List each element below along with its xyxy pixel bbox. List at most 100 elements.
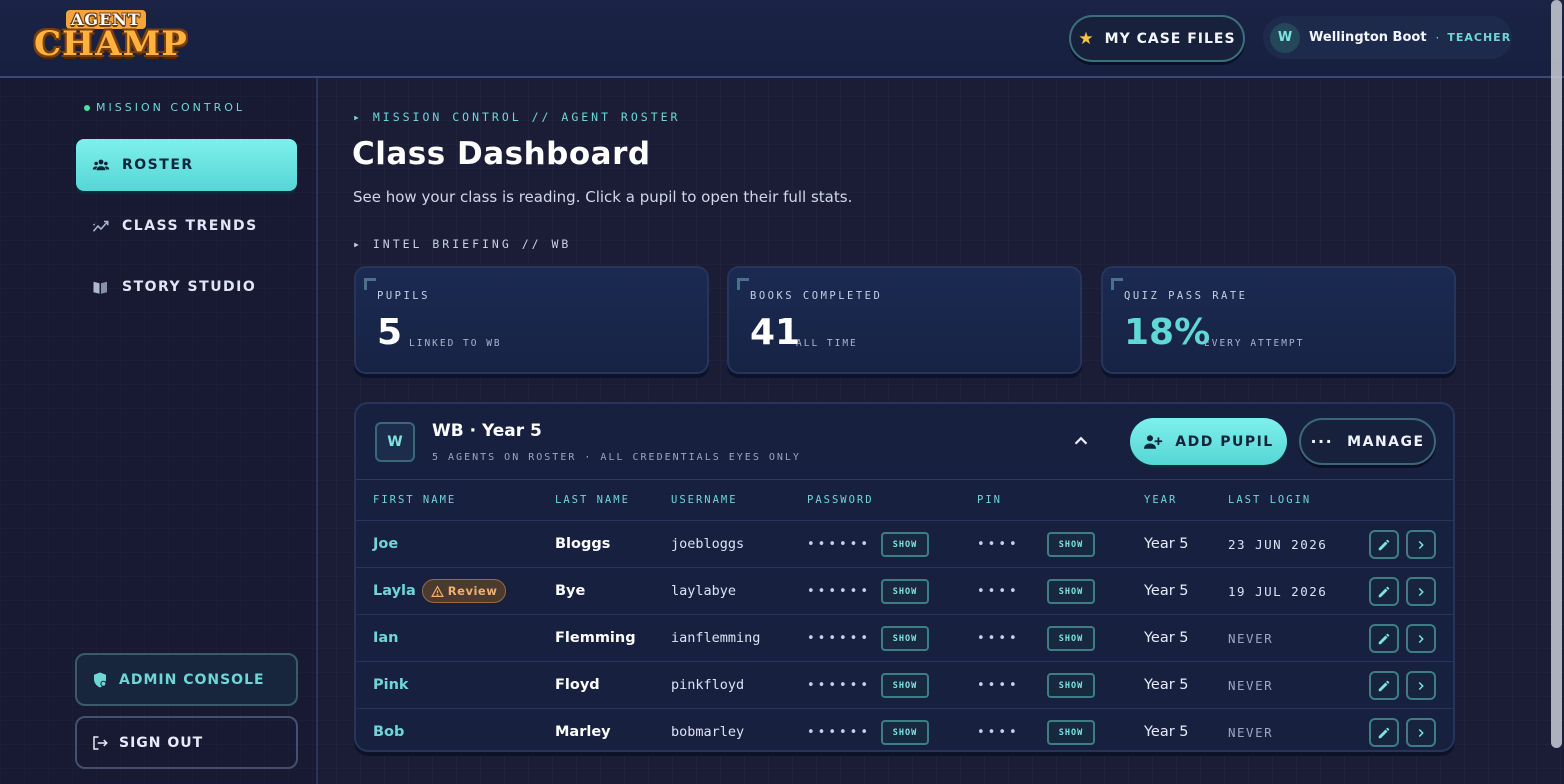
agent-champ-logo[interactable]: AGENT CHAMP — [34, 8, 194, 70]
manage-button[interactable]: ··· MANAGE — [1299, 418, 1436, 465]
edit-button[interactable] — [1369, 577, 1399, 606]
class-subtitle: 5 AGENTS ON ROSTER · ALL CREDENTIALS EYE… — [432, 452, 801, 463]
sidebar-heading-label: MISSION CONTROL — [96, 101, 246, 114]
password-mask: •••••• — [807, 536, 872, 552]
page-title: Class Dashboard — [352, 136, 651, 172]
stat-card-books: BOOKS COMPLETED 41 ALL TIME — [727, 266, 1082, 374]
chevron-right-icon — [1418, 587, 1424, 596]
show-pin-button[interactable]: SHOW — [1047, 532, 1095, 557]
first-name-cell[interactable]: Layla Review — [373, 568, 507, 614]
open-pupil-button[interactable] — [1406, 671, 1436, 700]
column-header-username: USERNAME — [671, 494, 738, 506]
show-password-button[interactable]: SHOW — [881, 626, 929, 651]
sidebar: MISSION CONTROL ROSTER CLASS TRENDS STOR… — [0, 78, 318, 784]
password-mask: •••••• — [807, 583, 872, 599]
first-name-link[interactable]: Bob — [373, 709, 404, 750]
chevron-right-icon — [1418, 634, 1424, 643]
user-profile-chip[interactable]: W Wellington Boot · TEACHER — [1263, 16, 1512, 59]
stat-value: 5 — [377, 312, 403, 353]
shield-icon — [94, 672, 107, 687]
book-icon — [93, 281, 107, 294]
show-pin-button[interactable]: SHOW — [1047, 720, 1095, 745]
table-row[interactable]: Joe Bloggs joebloggs •••••• SHOW •••• SH… — [356, 520, 1453, 567]
review-badge: Review — [421, 579, 507, 603]
stat-label: BOOKS COMPLETED — [750, 290, 883, 302]
show-pin-button[interactable]: SHOW — [1047, 626, 1095, 651]
open-pupil-button[interactable] — [1406, 577, 1436, 606]
chevron-right-icon — [1418, 681, 1424, 690]
add-pupil-button[interactable]: ADD PUPIL — [1130, 418, 1287, 465]
column-header-first-name: FIRST NAME — [373, 494, 457, 506]
year: Year 5 — [1144, 583, 1189, 599]
table-row[interactable]: Ian Flemming ianflemming •••••• SHOW •••… — [356, 614, 1453, 661]
sidebar-item-story-studio[interactable]: STORY STUDIO — [76, 261, 297, 313]
stat-sub: LINKED TO WB — [409, 338, 502, 349]
last-name: Floyd — [555, 677, 600, 693]
first-name-link[interactable]: Pink — [373, 662, 409, 708]
password-mask: •••••• — [807, 677, 872, 693]
review-label: Review — [447, 584, 498, 598]
pin-mask: •••• — [977, 583, 1020, 599]
show-pin-button[interactable]: SHOW — [1047, 579, 1095, 604]
year: Year 5 — [1144, 536, 1189, 552]
stat-value: 18% — [1124, 312, 1211, 353]
show-password-button[interactable]: SHOW — [881, 720, 929, 745]
sign-out-button[interactable]: SIGN OUT — [75, 716, 298, 769]
show-password-button[interactable]: SHOW — [881, 579, 929, 604]
table-row[interactable]: Bob Marley bobmarley •••••• SHOW •••• SH… — [356, 708, 1453, 750]
sidebar-item-label: ROSTER — [122, 157, 194, 173]
password-mask: •••••• — [807, 724, 872, 740]
first-name-link[interactable]: Ian — [373, 615, 399, 661]
first-name-link[interactable]: Layla — [373, 583, 416, 599]
status-dot-icon — [84, 104, 90, 111]
edit-button[interactable] — [1369, 671, 1399, 700]
stat-label: PUPILS — [377, 290, 430, 302]
show-pin-button[interactable]: SHOW — [1047, 673, 1095, 698]
edit-button[interactable] — [1369, 624, 1399, 653]
add-user-icon — [1144, 434, 1163, 449]
pencil-icon — [1378, 680, 1390, 691]
year: Year 5 — [1144, 677, 1189, 693]
open-pupil-button[interactable] — [1406, 718, 1436, 747]
corner-decoration — [364, 278, 376, 290]
admin-console-button[interactable]: ADMIN CONSOLE — [75, 653, 298, 706]
column-header-pin: PIN — [977, 494, 1002, 506]
corner-decoration — [737, 278, 749, 290]
column-header-password: PASSWORD — [807, 494, 874, 506]
table-row[interactable]: Layla Review Bye laylabye •••••• SHOW ••… — [356, 567, 1453, 614]
intel-briefing-heading: ▸ INTEL BRIEFING // WB — [353, 237, 572, 251]
sidebar-heading: MISSION CONTROL — [84, 101, 245, 114]
sign-out-icon — [93, 735, 108, 750]
sidebar-item-roster[interactable]: ROSTER — [76, 139, 297, 191]
open-pupil-button[interactable] — [1406, 530, 1436, 559]
logo-bottom-text: CHAMP — [34, 24, 188, 64]
show-password-button[interactable]: SHOW — [881, 532, 929, 557]
column-header-last-login: LAST LOGIN — [1228, 494, 1312, 506]
open-pupil-button[interactable] — [1406, 624, 1436, 653]
last-name: Marley — [555, 724, 611, 740]
stat-card-quiz-pass-rate: QUIZ PASS RATE 18% EVERY ATTEMPT — [1101, 266, 1456, 374]
scrollbar[interactable] — [1551, 0, 1562, 748]
username: bobmarley — [671, 724, 745, 740]
year: Year 5 — [1144, 724, 1189, 740]
sign-out-label: SIGN OUT — [119, 734, 204, 751]
breadcrumb: ▸ MISSION CONTROL // AGENT ROSTER — [353, 110, 681, 124]
pencil-icon — [1378, 539, 1390, 550]
case-files-label: MY CASE FILES — [1104, 30, 1236, 47]
my-case-files-button[interactable]: ★ MY CASE FILES — [1069, 15, 1245, 62]
username: joebloggs — [671, 536, 745, 552]
first-name-link[interactable]: Joe — [373, 521, 398, 567]
show-password-button[interactable]: SHOW — [881, 673, 929, 698]
password-mask: •••••• — [807, 630, 872, 646]
sidebar-item-class-trends[interactable]: CLASS TRENDS — [76, 200, 297, 252]
last-login: 23 JUN 2026 — [1228, 536, 1328, 552]
edit-button[interactable] — [1369, 530, 1399, 559]
last-login: 19 JUL 2026 — [1228, 583, 1328, 599]
column-header-year: YEAR — [1144, 494, 1178, 506]
chevron-up-icon[interactable] — [1070, 430, 1092, 452]
edit-button[interactable] — [1369, 718, 1399, 747]
class-roster-panel: W WB · Year 5 5 AGENTS ON ROSTER · ALL C… — [354, 402, 1455, 752]
table-row[interactable]: Pink Floyd pinkfloyd •••••• SHOW •••• SH… — [356, 661, 1453, 708]
pin-mask: •••• — [977, 724, 1020, 740]
admin-console-label: ADMIN CONSOLE — [119, 671, 265, 688]
